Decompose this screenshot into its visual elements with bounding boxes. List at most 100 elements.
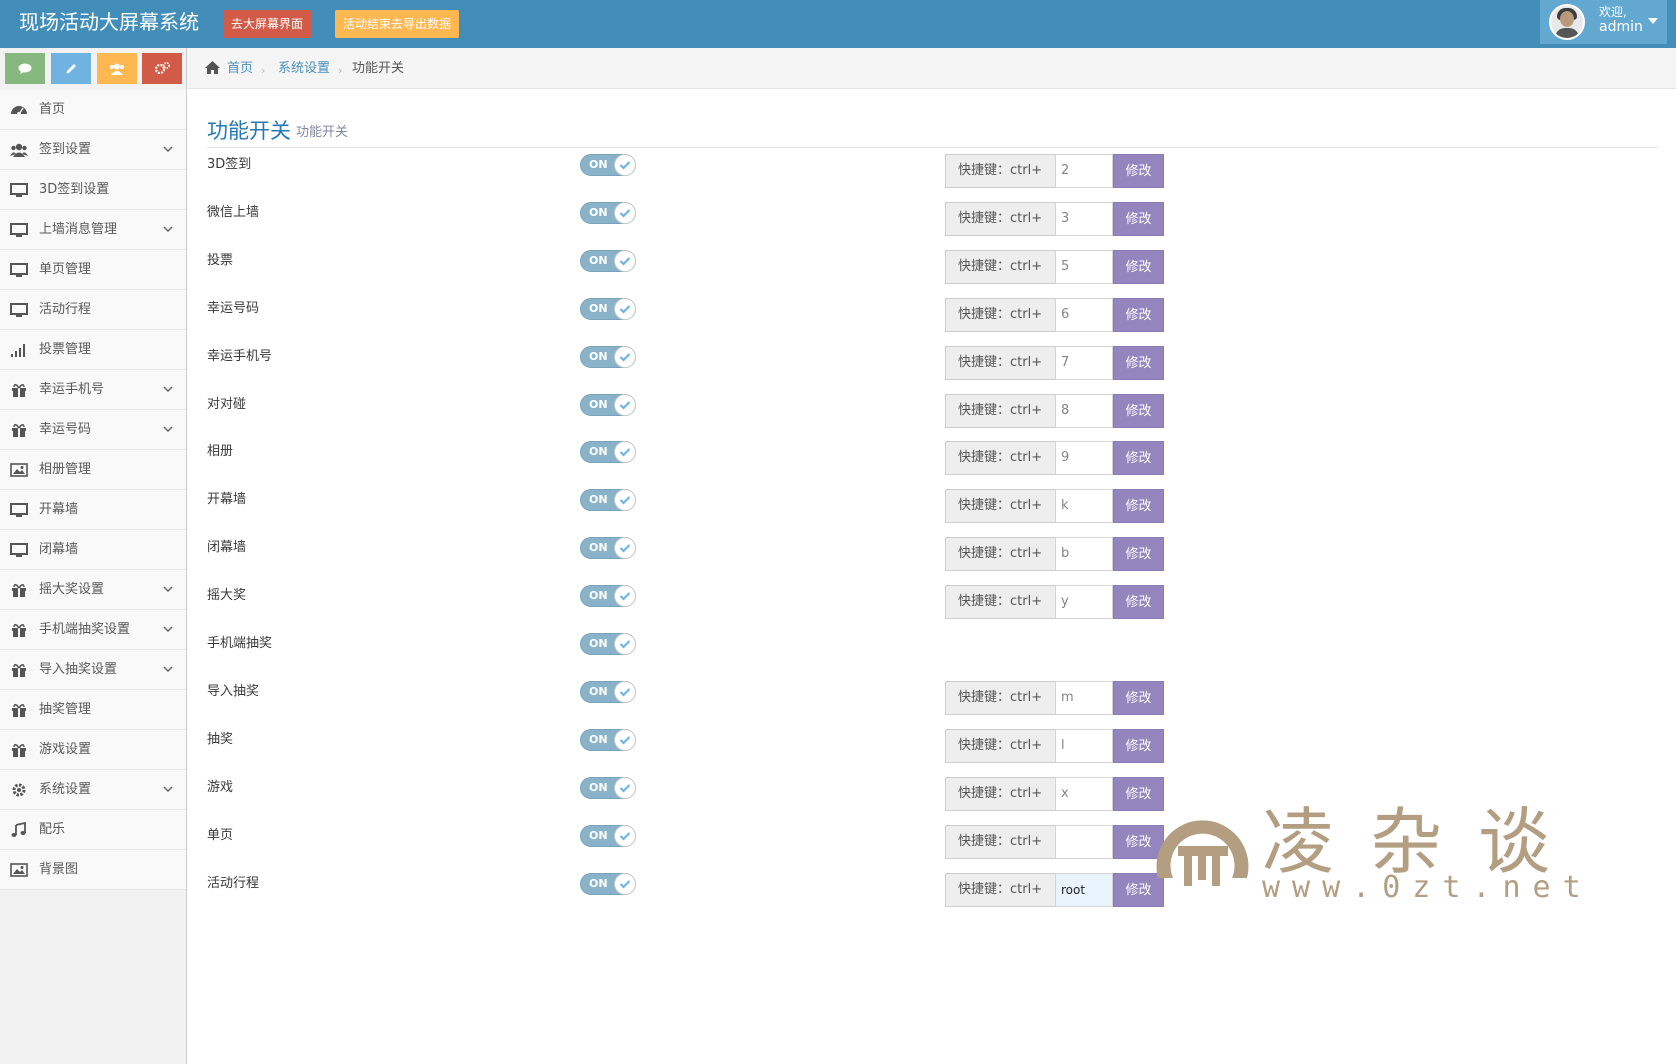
sidebar-item-lottery-manage[interactable]: 抽奖管理 [0,690,186,730]
comment-icon[interactable] [5,53,45,84]
user-menu[interactable]: 欢迎, admin [1540,0,1667,44]
export-data-button[interactable]: 活动结束去导出数据 [335,10,459,38]
feature-toggle[interactable]: ON [580,202,636,224]
hotkey-input[interactable]: 6 [1055,298,1113,332]
feature-toggle[interactable]: ON [580,537,636,559]
modify-button[interactable]: 修改 [1113,585,1164,619]
user-name: admin [1599,19,1643,35]
users-icon[interactable] [97,53,137,84]
modify-button[interactable]: 修改 [1113,154,1164,188]
sidebar-item-mobile-lottery[interactable]: 手机端抽奖设置 [0,610,186,650]
sidebar-item-game-settings[interactable]: 游戏设置 [0,730,186,770]
sidebar-item-label: 系统设置 [39,782,92,797]
sidebar-item-single-page[interactable]: 单页管理 [0,250,186,290]
feature-label: 手机端抽奖 [207,636,273,651]
feature-toggle[interactable]: ON [580,777,636,799]
hotkey-input[interactable]: 7 [1055,346,1113,380]
hotkey-input[interactable] [1055,825,1113,859]
hotkey-input[interactable]: 8 [1055,394,1113,428]
modify-button[interactable]: 修改 [1113,346,1164,380]
caret-down-icon [1648,18,1658,24]
hotkey-prefix: 快捷键：ctrl+ [945,298,1056,332]
hotkey-input[interactable]: y [1055,585,1113,619]
sidebar-item-lucky-phone[interactable]: 幸运手机号 [0,370,186,410]
hotkey-input[interactable]: x [1055,777,1113,811]
go-big-screen-button[interactable]: 去大屏幕界面 [223,10,311,38]
feature-toggle[interactable]: ON [580,681,636,703]
modify-button[interactable]: 修改 [1113,202,1164,236]
toggle-on-text: ON [589,589,608,602]
feature-toggle[interactable]: ON [580,873,636,895]
feature-toggle[interactable]: ON [580,250,636,272]
gift-icon [12,423,26,437]
feature-toggle[interactable]: ON [580,441,636,463]
feature-toggle[interactable]: ON [580,346,636,368]
sidebar-item-album[interactable]: 相册管理 [0,450,186,490]
sidebar-item-music[interactable]: 配乐 [0,810,186,850]
feature-toggle[interactable]: ON [580,489,636,511]
check-icon [614,633,636,655]
sidebar-item-lucky-number[interactable]: 幸运号码 [0,410,186,450]
feature-toggle[interactable]: ON [580,394,636,416]
modify-button[interactable]: 修改 [1113,729,1164,763]
sidebar-item-closing-wall[interactable]: 闭幕墙 [0,530,186,570]
hotkey-input[interactable]: l [1055,729,1113,763]
desktop-icon [10,263,28,277]
dashboard-icon [11,106,27,116]
feature-toggle[interactable]: ON [580,633,636,655]
gift-icon [12,743,26,757]
home-icon[interactable] [204,60,221,75]
feature-row: 相册 ON 快捷键：ctrl+ 9 修改 [207,441,1207,478]
hotkey-group: 快捷键：ctrl+ y 修改 [945,585,1166,619]
feature-toggle[interactable]: ON [580,585,636,607]
hotkey-input[interactable]: m [1055,681,1113,715]
modify-button[interactable]: 修改 [1113,441,1164,475]
hotkey-input[interactable]: 2 [1055,154,1113,188]
modify-button[interactable]: 修改 [1113,394,1164,428]
sidebar-item-background[interactable]: 背景图 [0,850,186,890]
pencil-icon[interactable] [51,53,91,84]
sidebar-item-checkin-settings[interactable]: 签到设置 [0,130,186,170]
feature-toggle[interactable]: ON [580,729,636,751]
sidebar-item-label: 相册管理 [39,462,92,477]
sidebar-item-label: 导入抽奖设置 [39,662,118,677]
feature-toggle[interactable]: ON [580,298,636,320]
desktop-icon [10,183,28,197]
sidebar-item-votes[interactable]: 投票管理 [0,330,186,370]
sidebar-item-3d-checkin[interactable]: 3D签到设置 [0,170,186,210]
modify-button[interactable]: 修改 [1113,489,1164,523]
hotkey-input[interactable]: 9 [1055,441,1113,475]
sidebar-item-schedule[interactable]: 活动行程 [0,290,186,330]
feature-label: 抽奖 [207,732,234,747]
welcome-text: 欢迎, [1599,5,1627,19]
hotkey-prefix: 快捷键：ctrl+ [945,250,1056,284]
modify-button[interactable]: 修改 [1113,681,1164,715]
feature-toggle[interactable]: ON [580,154,636,176]
gift-icon [12,583,26,597]
sidebar-item-opening-wall[interactable]: 开幕墙 [0,490,186,530]
modify-button[interactable]: 修改 [1113,298,1164,332]
hotkey-input[interactable]: 3 [1055,202,1113,236]
breadcrumb-system-settings-link[interactable]: 系统设置 [278,61,330,77]
brand-title[interactable]: 现场活动大屏幕系统 [19,9,199,35]
hotkey-input[interactable]: 5 [1055,250,1113,284]
hotkey-input[interactable]: k [1055,489,1113,523]
sidebar-item-wall-messages[interactable]: 上墙消息管理 [0,210,186,250]
sidebar-item-label: 幸运号码 [39,422,92,437]
modify-button[interactable]: 修改 [1113,250,1164,284]
sidebar-item-system-settings[interactable]: 系统设置 [0,770,186,810]
toggle-on-text: ON [589,254,608,267]
cogs-icon[interactable] [142,53,182,84]
sidebar-item-shake-prize[interactable]: 摇大奖设置 [0,570,186,610]
hotkey-prefix: 快捷键：ctrl+ [945,777,1056,811]
sidebar-item-label: 游戏设置 [39,742,92,757]
sidebar-item-import-lottery[interactable]: 导入抽奖设置 [0,650,186,690]
breadcrumb-home-link[interactable]: 首页 [227,61,253,77]
hotkey-input[interactable]: b [1055,537,1113,571]
hotkey-prefix: 快捷键：ctrl+ [945,394,1056,428]
modify-button[interactable]: 修改 [1113,537,1164,571]
feature-toggle[interactable]: ON [580,825,636,847]
hotkey-input[interactable]: root [1055,873,1113,907]
sidebar-item-home[interactable]: 首页 [0,90,186,130]
hotkey-group: 快捷键：ctrl+ m 修改 [945,681,1166,715]
